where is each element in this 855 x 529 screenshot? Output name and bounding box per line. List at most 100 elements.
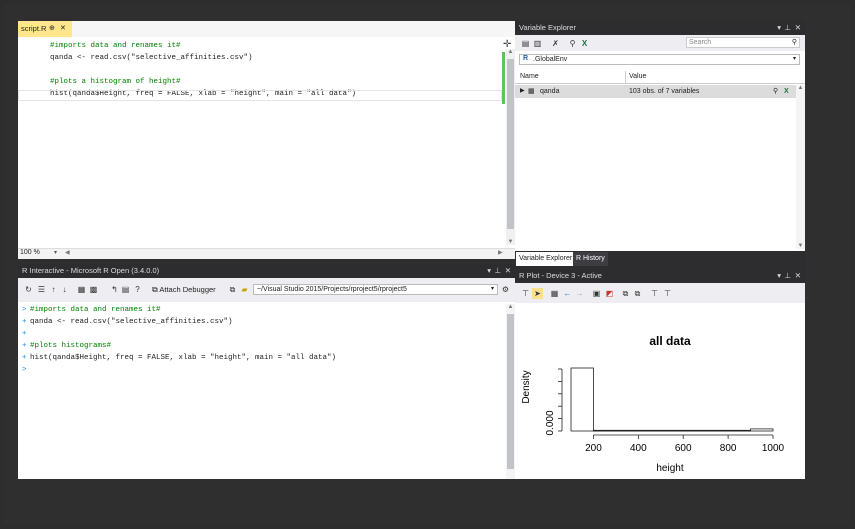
r-env-icon: R [523, 55, 529, 62]
folder-icon[interactable]: ▰ [239, 284, 250, 295]
search-input[interactable]: Search ⚲ [686, 37, 800, 48]
load-script-icon[interactable]: ↰ [109, 284, 120, 295]
workspace-icon[interactable]: ▦ [76, 284, 87, 295]
scroll-up-icon[interactable]: ▲ [506, 49, 515, 55]
ve-tab-strip: Variable Explorer R History [515, 251, 805, 269]
scroll-up-icon[interactable]: ▲ [506, 304, 515, 310]
x-tick-label: 400 [630, 443, 647, 454]
variable-value: 103 obs. of 7 variables [629, 88, 700, 95]
console-text: #plots histograms# [30, 342, 112, 350]
packages-icon[interactable]: ▩ [88, 284, 99, 295]
console-prompt: > [22, 306, 27, 314]
clear-all-plots-icon[interactable]: ⊤ [662, 288, 673, 299]
settings-icon[interactable]: ⚙ [500, 284, 511, 295]
forward-arrow-icon[interactable]: → [574, 288, 585, 299]
ve-scrollbar[interactable]: ▲ ▼ [796, 85, 805, 249]
console-output[interactable]: > #imports data and renames it# + qanda <- … [22, 304, 502, 474]
pin-icon[interactable]: ⊥ [784, 21, 791, 35]
pin-icon[interactable]: ⊕ [49, 21, 55, 37]
copy-as-bitmap-icon[interactable]: ⧉ [620, 288, 631, 299]
view-icon[interactable]: ⚲ [773, 85, 778, 98]
column-header-value[interactable]: Value [629, 71, 646, 83]
remove-plot-icon[interactable]: ⊤ [649, 288, 660, 299]
console-line: + [22, 328, 502, 340]
close-icon[interactable]: ✕ [795, 21, 801, 35]
scroll-down-icon[interactable]: ▼ [796, 243, 805, 249]
console-line: + hist(qanda$Height, freq = FALSE, xlab =… [22, 352, 502, 364]
excel-icon[interactable]: X [579, 38, 590, 49]
scroll-down-icon[interactable]: ▼ [506, 239, 515, 245]
console-text: #imports data and renames it# [30, 306, 161, 314]
delete-variable-icon[interactable]: ✗ [550, 38, 561, 49]
tab-r-history[interactable]: R History [573, 252, 608, 266]
panel-title: R Interactive - Microsoft R Open (3.4.0.… [22, 266, 160, 275]
vertical-scrollbar[interactable]: ▲ ▼ [506, 49, 515, 245]
scroll-thumb[interactable] [507, 59, 514, 229]
working-directory-select[interactable]: ~/Visual Studio 2015/Projects/rproject5/… [253, 284, 498, 295]
dropdown-icon[interactable]: ▾ [777, 21, 781, 35]
r-plot-titlebar: R Plot - Device 3 - Active ▾ ⊥ ✕ [515, 269, 805, 283]
attach-debugger-button[interactable]: ⧉ Attach Debugger [152, 284, 216, 295]
panel-title: Variable Explorer [519, 23, 576, 32]
scroll-right-icon[interactable]: ▶ [498, 249, 503, 256]
ri-scrollbar[interactable]: ▲ [506, 304, 515, 479]
dropdown-icon[interactable]: ▾ [777, 269, 781, 283]
help-icon[interactable]: ? [132, 284, 143, 295]
refresh-icon[interactable]: ↻ [23, 284, 34, 295]
scroll-left-icon[interactable]: ◀ [65, 249, 70, 256]
x-tick-label: 200 [585, 443, 602, 454]
code-line[interactable]: #plots a histogram of height# [50, 76, 500, 88]
copy-as-metafile-icon[interactable]: ⧉ [632, 288, 643, 299]
import-icon[interactable]: ▤ [520, 38, 531, 49]
environment-value: .GlobalEnv [533, 56, 568, 63]
options-icon[interactable]: ▤ [120, 284, 131, 295]
pin-icon[interactable]: ⊥ [494, 264, 501, 278]
editor-code-area[interactable]: #imports data and renames it# qanda <- re… [50, 40, 500, 250]
code-line[interactable]: qanda <- read.csv("selective_affinities.… [50, 52, 500, 64]
tab-script-r[interactable]: script.R ⊕ ✕ [18, 21, 72, 37]
environment-select[interactable]: R .GlobalEnv ▾ [519, 54, 800, 65]
close-icon[interactable]: ✕ [505, 264, 511, 278]
column-divider [625, 71, 626, 83]
console-prompt: > [22, 366, 27, 374]
search-icon[interactable]: ⚲ [792, 38, 797, 46]
clear-icon[interactable]: ☰ [36, 284, 47, 295]
dropdown-icon[interactable]: ▾ [487, 264, 491, 278]
code-line[interactable] [50, 64, 500, 76]
zoom-dropdown-icon[interactable]: ▾ [54, 249, 57, 256]
close-icon[interactable]: ✕ [795, 269, 801, 283]
pointer-icon[interactable]: ➤ [532, 288, 543, 299]
chevron-down-icon[interactable]: ▾ [793, 55, 796, 62]
debugger-icon: ⧉ [152, 285, 158, 294]
variable-explorer-panel: Variable Explorer ▾ ⊥ ✕ ▤ ▥ ✗ ⚲ X Search… [515, 21, 805, 269]
console-line: > #imports data and renames it# [22, 304, 502, 316]
export-image-icon[interactable]: ▣ [591, 288, 602, 299]
scroll-thumb[interactable] [507, 314, 514, 469]
tab-variable-explorer[interactable]: Variable Explorer [516, 252, 576, 266]
history-icon[interactable]: ▦ [549, 288, 560, 299]
history-down-icon[interactable]: ↓ [59, 284, 70, 295]
excel-icon[interactable]: X [784, 85, 789, 98]
editor-tab-strip [18, 21, 515, 37]
copy-path-icon[interactable]: ⧉ [227, 284, 238, 295]
expand-arrow-icon[interactable]: ▶ [520, 85, 525, 98]
console-prompt: + [22, 354, 27, 362]
zoom-level[interactable]: 100 % [20, 249, 40, 256]
new-plot-window-icon[interactable]: ⊤ [520, 288, 531, 299]
x-tick-label: 800 [720, 443, 737, 454]
variable-name: qanda [540, 88, 560, 95]
table-row[interactable]: ▶ ▦ qanda 103 obs. of 7 variables ⚲ X [515, 85, 805, 98]
close-icon[interactable]: ✕ [60, 21, 66, 37]
code-line[interactable]: #imports data and renames it# [50, 40, 500, 52]
export-pdf-icon[interactable]: ◩ [604, 288, 615, 299]
panel-title: R Plot - Device 3 - Active [519, 271, 602, 280]
pin-icon[interactable]: ⊥ [784, 269, 791, 283]
search-icon[interactable]: ⚲ [567, 38, 578, 49]
export-icon[interactable]: ▥ [532, 38, 543, 49]
scroll-up-icon[interactable]: ▲ [796, 85, 805, 91]
column-header-name[interactable]: Name [520, 71, 539, 83]
console-text: qanda <- read.csv("selective_affinities.… [30, 318, 233, 326]
back-arrow-icon[interactable]: ← [562, 288, 573, 299]
history-up-icon[interactable]: ↑ [48, 284, 59, 295]
chevron-down-icon[interactable]: ▾ [491, 285, 494, 292]
